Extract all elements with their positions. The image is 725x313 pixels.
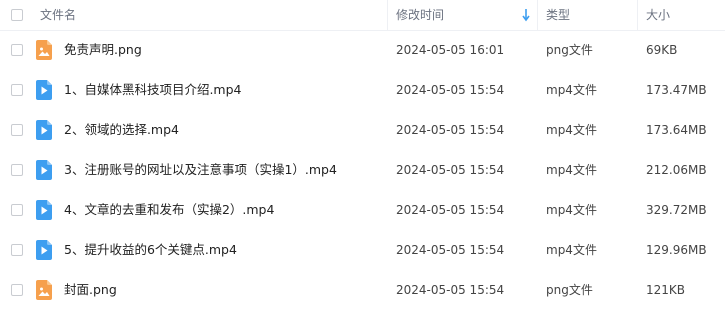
- column-header-type[interactable]: 类型: [546, 0, 570, 30]
- column-divider[interactable]: [637, 0, 638, 30]
- file-row[interactable]: 4、文章的去重和发布（实操2）.mp4 2024-05-05 15:54 mp4文件…: [0, 190, 725, 230]
- file-row[interactable]: 1、自媒体黑科技项目介绍.mp4 2024-05-05 15:54 mp4文件 173…: [0, 70, 725, 110]
- file-type: mp4文件: [546, 203, 597, 217]
- file-name[interactable]: 免责声明.png: [64, 30, 142, 70]
- file-size: 129.96MB: [646, 243, 707, 257]
- row-checkbox[interactable]: [11, 164, 23, 176]
- file-row[interactable]: 3、注册账号的网址以及注意事项（实操1）.mp4 2024-05-05 15:54…: [0, 150, 725, 190]
- file-size: 173.47MB: [646, 83, 707, 97]
- row-checkbox[interactable]: [11, 204, 23, 216]
- row-checkbox[interactable]: [11, 284, 23, 296]
- video-file-icon: [36, 120, 52, 140]
- video-file-icon: [36, 80, 52, 100]
- image-file-icon: [36, 40, 52, 60]
- file-size: 69KB: [646, 43, 678, 57]
- column-header-size[interactable]: 大小: [646, 0, 670, 30]
- video-file-icon: [36, 160, 52, 180]
- row-checkbox[interactable]: [11, 84, 23, 96]
- file-type: mp4文件: [546, 243, 597, 257]
- file-name[interactable]: 3、注册账号的网址以及注意事项（实操1）.mp4: [64, 150, 337, 190]
- file-name[interactable]: 5、提升收益的6个关键点.mp4: [64, 230, 237, 270]
- file-type: png文件: [546, 283, 593, 297]
- file-row[interactable]: 封面.png 2024-05-05 15:54 png文件 121KB: [0, 270, 725, 310]
- file-size: 173.64MB: [646, 123, 707, 137]
- file-type: mp4文件: [546, 83, 597, 97]
- column-header-name[interactable]: 文件名: [40, 0, 76, 30]
- file-type: mp4文件: [546, 163, 597, 177]
- file-name[interactable]: 2、领域的选择.mp4: [64, 110, 179, 150]
- file-list-header: 文件名 修改时间 类型 大小: [0, 0, 725, 31]
- file-name[interactable]: 封面.png: [64, 270, 117, 310]
- select-all-checkbox[interactable]: [11, 9, 23, 21]
- file-name[interactable]: 1、自媒体黑科技项目介绍.mp4: [64, 70, 242, 110]
- arrow-down-icon[interactable]: [522, 8, 530, 22]
- column-divider[interactable]: [387, 0, 388, 30]
- video-file-icon: [36, 200, 52, 220]
- video-file-icon: [36, 240, 52, 260]
- file-row[interactable]: 5、提升收益的6个关键点.mp4 2024-05-05 15:54 mp4文件 129…: [0, 230, 725, 270]
- file-name[interactable]: 4、文章的去重和发布（实操2）.mp4: [64, 190, 274, 230]
- file-modified-time: 2024-05-05 15:54: [396, 283, 505, 297]
- file-type: mp4文件: [546, 123, 597, 137]
- file-row[interactable]: 2、领域的选择.mp4 2024-05-05 15:54 mp4文件 173.64MB: [0, 110, 725, 150]
- file-modified-time: 2024-05-05 15:54: [396, 83, 505, 97]
- file-size: 212.06MB: [646, 163, 707, 177]
- row-checkbox[interactable]: [11, 44, 23, 56]
- row-checkbox[interactable]: [11, 244, 23, 256]
- file-modified-time: 2024-05-05 15:54: [396, 123, 505, 137]
- image-file-icon: [36, 280, 52, 300]
- file-modified-time: 2024-05-05 15:54: [396, 243, 505, 257]
- column-divider[interactable]: [537, 0, 538, 30]
- file-size: 329.72MB: [646, 203, 707, 217]
- column-header-modified[interactable]: 修改时间: [396, 0, 444, 30]
- file-modified-time: 2024-05-05 16:01: [396, 43, 505, 57]
- file-size: 121KB: [646, 283, 686, 297]
- file-row[interactable]: 免责声明.png 2024-05-05 16:01 png文件 69KB: [0, 30, 725, 70]
- file-type: png文件: [546, 43, 593, 57]
- file-modified-time: 2024-05-05 15:54: [396, 203, 505, 217]
- file-modified-time: 2024-05-05 15:54: [396, 163, 505, 177]
- row-checkbox[interactable]: [11, 124, 23, 136]
